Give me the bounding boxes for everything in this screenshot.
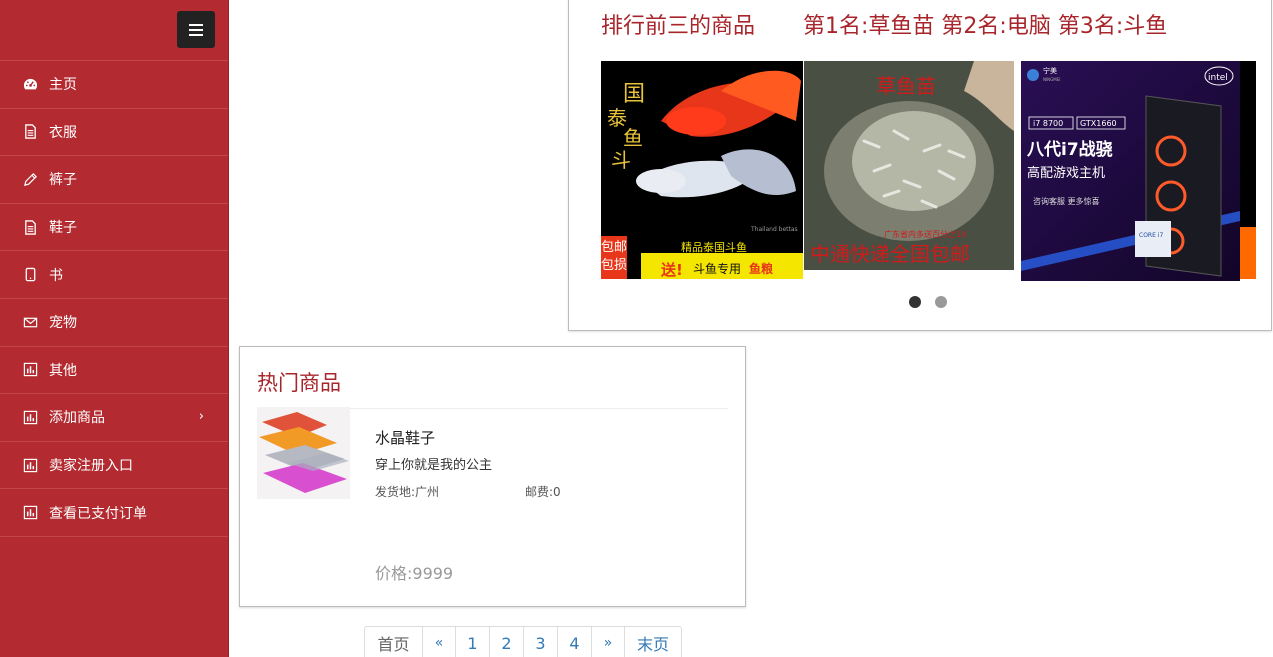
carousel-heading: 排行前三的商品 第1名:草鱼苗 第2名:电脑 第3名:斗鱼 (601, 8, 1167, 40)
svg-text:宁美: 宁美 (1043, 66, 1057, 75)
sidebar-item-label: 添加商品 (49, 410, 105, 427)
svg-text:包损: 包损 (601, 258, 627, 273)
carousel-dot-1[interactable] (909, 296, 921, 308)
hot-products-panel: 热门商品 水晶鞋子 穿上你就是我的公主 发货地:广州 邮费:0 价格:9999 (239, 346, 746, 607)
page-next-button[interactable]: » (591, 626, 625, 657)
pencil-icon (22, 171, 38, 187)
sidebar-item-label: 其他 (49, 362, 77, 379)
slide-gaming-pc[interactable]: 宁美 NINGMEI intel i7 8700 GTX1660 八代i7战骁 … (1021, 61, 1240, 281)
hamburger-line (189, 23, 203, 26)
svg-text:草鱼苗: 草鱼苗 (876, 74, 936, 98)
dashboard-icon (22, 76, 38, 92)
svg-text:Thailand bettas: Thailand bettas (750, 226, 798, 233)
svg-text:鱼: 鱼 (623, 126, 643, 150)
page-first-button[interactable]: 首页 (364, 626, 423, 657)
sidebar-item-add-product[interactable]: 添加商品 › (0, 394, 228, 442)
hot-products-title: 热门商品 (257, 371, 341, 395)
svg-text:GTX1660: GTX1660 (1080, 119, 1117, 128)
sidebar-item-label: 裤子 (49, 172, 77, 189)
sidebar-item-pants[interactable]: 裤子 (0, 156, 228, 204)
svg-text:广东省内多送百分之10: 广东省内多送百分之10 (884, 229, 966, 239)
sidebar-nav: 主页 衣服 裤子 鞋子 书 宠物 其他 添加商品 › 卖家注册入口 查看已支付订… (0, 61, 228, 537)
product-description: 穿上你就是我的公主 (375, 458, 493, 473)
sidebar-header (0, 0, 228, 61)
svg-text:intel: intel (1208, 73, 1228, 83)
slide-betta-fish[interactable]: 国 泰 鱼 斗 Thailand bettas 包邮 包损 精品泰国斗鱼 送! … (601, 61, 803, 279)
sidebar-item-books[interactable]: 书 (0, 251, 228, 299)
svg-text:精品泰国斗鱼: 精品泰国斗鱼 (681, 240, 747, 254)
svg-text:斗鱼专用: 斗鱼专用 (693, 261, 741, 276)
sidebar-item-other[interactable]: 其他 (0, 347, 228, 395)
product-origin: 发货地:广州 (375, 485, 440, 499)
page-1-button[interactable]: 1 (455, 626, 490, 657)
sidebar-item-pets[interactable]: 宠物 (0, 299, 228, 347)
sidebar-item-label: 主页 (49, 77, 77, 94)
chevron-right-icon: › (198, 409, 204, 425)
sidebar-item-paid-orders[interactable]: 查看已支付订单 (0, 489, 228, 537)
sidebar: 主页 衣服 裤子 鞋子 书 宠物 其他 添加商品 › 卖家注册入口 查看已支付订… (0, 0, 229, 657)
page-prev-button[interactable]: « (422, 626, 456, 657)
pagination: 首页 « 1 2 3 4 » 末页 (364, 626, 682, 657)
envelope-icon (22, 314, 38, 330)
sidebar-item-label: 宠物 (49, 315, 77, 332)
page-3-button[interactable]: 3 (523, 626, 558, 657)
svg-text:八代i7战骁: 八代i7战骁 (1027, 139, 1113, 160)
svg-text:i7 8700: i7 8700 (1033, 119, 1063, 128)
product-price: 价格:9999 (375, 564, 454, 583)
svg-text:NINGMEI: NINGMEI (1043, 77, 1060, 82)
carousel-dot-2[interactable] (935, 296, 947, 308)
svg-text:高配游戏主机: 高配游戏主机 (1027, 165, 1105, 181)
bar-chart-icon (22, 505, 38, 521)
tablet-icon (22, 267, 38, 283)
carousel-title: 排行前三的商品 (601, 14, 756, 39)
sidebar-item-label: 查看已支付订单 (49, 505, 147, 522)
slide1-bigtext: 国 (623, 82, 645, 107)
product-name[interactable]: 水晶鞋子 (375, 427, 435, 448)
svg-text:斗: 斗 (611, 148, 631, 172)
document-icon (22, 219, 38, 235)
next-slide-peek (1240, 61, 1256, 279)
bar-chart-icon (22, 409, 38, 425)
document-icon (22, 124, 38, 140)
bar-chart-icon (22, 362, 38, 378)
sidebar-item-seller-register[interactable]: 卖家注册入口 (0, 442, 228, 490)
svg-text:CORE i7: CORE i7 (1139, 232, 1163, 239)
svg-text:中通快递全国包邮: 中通快递全国包邮 (810, 242, 970, 266)
carousel-rankings: 第1名:草鱼苗 第2名:电脑 第3名:斗鱼 (803, 14, 1168, 39)
page-2-button[interactable]: 2 (489, 626, 524, 657)
sidebar-item-label: 卖家注册入口 (49, 458, 133, 475)
page-last-button[interactable]: 末页 (624, 626, 682, 657)
svg-text:送!: 送! (660, 261, 683, 279)
hamburger-line (189, 33, 203, 36)
carousel-indicators (909, 296, 947, 308)
product-postage: 邮费:0 (525, 485, 561, 499)
menu-toggle-button[interactable] (177, 11, 215, 48)
product-image[interactable] (257, 407, 350, 499)
sidebar-item-shoes[interactable]: 鞋子 (0, 204, 228, 252)
sidebar-item-label: 书 (49, 267, 63, 284)
svg-text:鱼粮: 鱼粮 (749, 261, 773, 276)
svg-text:包邮: 包邮 (601, 240, 627, 255)
svg-text:咨询客服 更多惊喜: 咨询客服 更多惊喜 (1033, 196, 1100, 206)
sidebar-item-clothes[interactable]: 衣服 (0, 109, 228, 157)
slide-fish-fry[interactable]: 草鱼苗 广东省内多送百分之10 中通快递全国包邮 (804, 61, 1014, 270)
top-products-carousel: 排行前三的商品 第1名:草鱼苗 第2名:电脑 第3名:斗鱼 国 泰 鱼 斗 Tha… (568, 0, 1272, 331)
hamburger-line (189, 28, 203, 31)
sidebar-item-label: 衣服 (49, 124, 77, 141)
sidebar-item-home[interactable]: 主页 (0, 61, 228, 109)
bar-chart-icon (22, 457, 38, 473)
page-4-button[interactable]: 4 (557, 626, 592, 657)
sidebar-item-label: 鞋子 (49, 220, 77, 237)
